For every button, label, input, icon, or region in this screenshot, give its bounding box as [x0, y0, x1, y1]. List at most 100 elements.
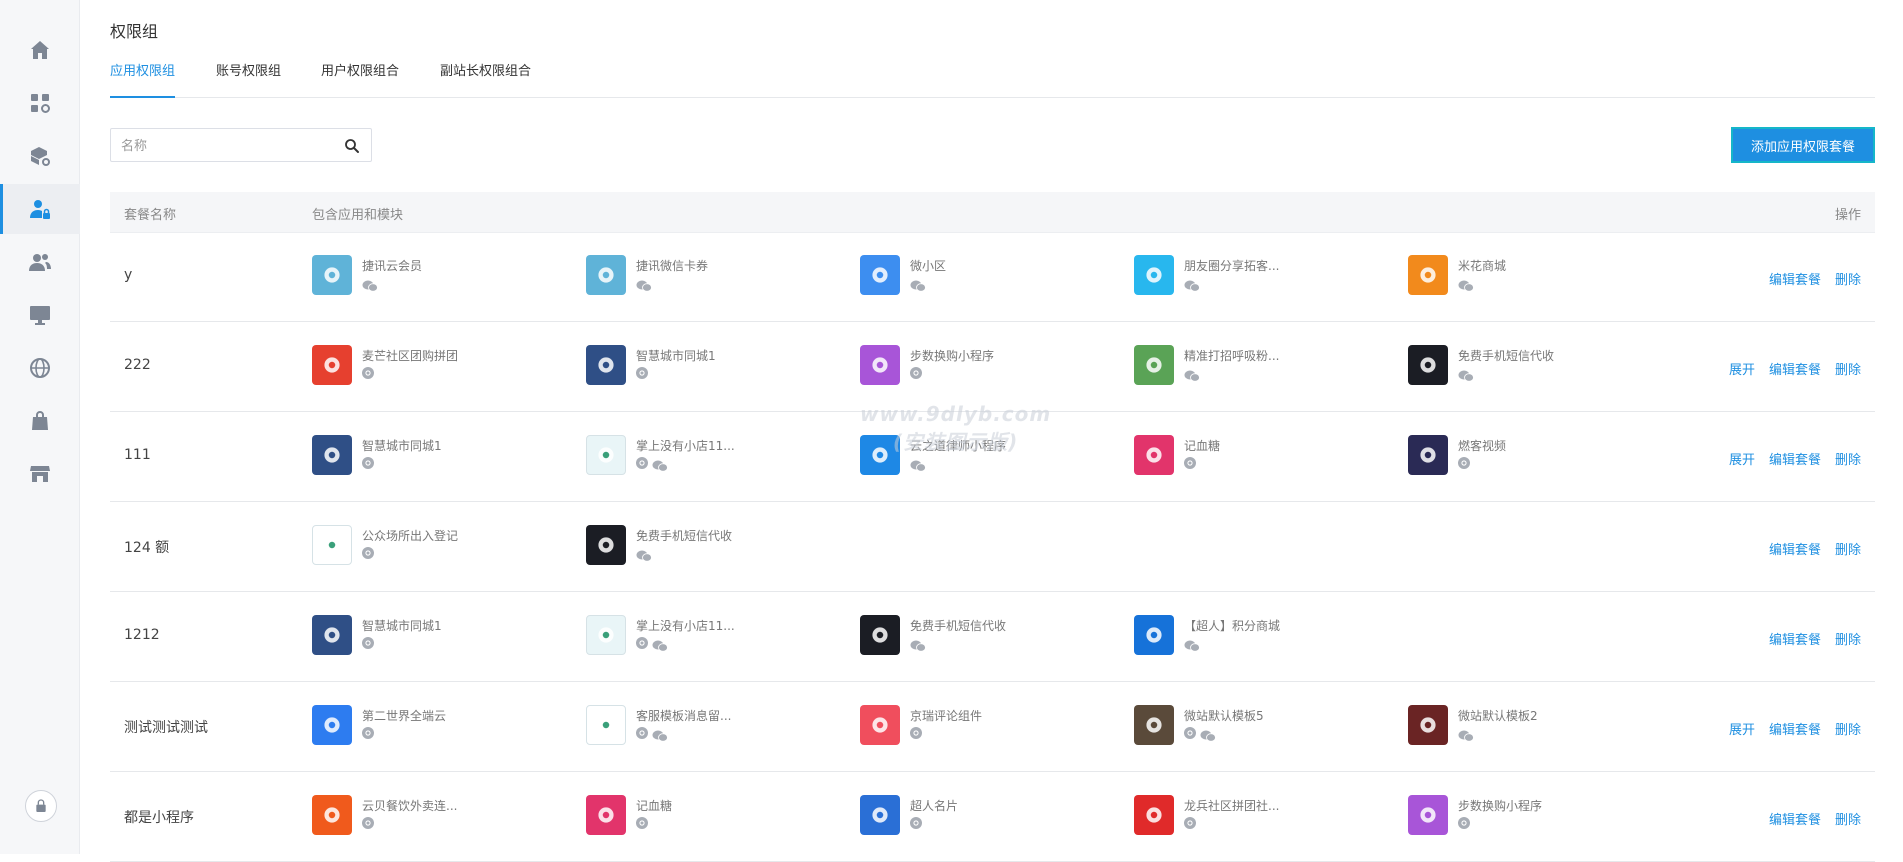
- mini-program-icon: [362, 457, 374, 469]
- app-platform-badges: [636, 457, 668, 472]
- tab-user-permissions[interactable]: 用户权限组合: [321, 62, 399, 98]
- package-settings-icon: [31, 147, 50, 166]
- delete-link[interactable]: 删除: [1835, 359, 1861, 378]
- add-app-permission-package-button[interactable]: 添加应用权限套餐: [1731, 127, 1875, 163]
- app-platform-badges: [1184, 727, 1216, 742]
- delete-link[interactable]: 删除: [1835, 269, 1861, 288]
- table-row: 都是小程序 云贝餐饮外卖连... 记血糖 超人名片 龙兵社区拼团社... 步数换购小程序编…: [110, 773, 1875, 862]
- app-platform-badges: [362, 547, 374, 559]
- edit-package-link[interactable]: 编辑套餐: [1769, 359, 1821, 378]
- delete-link[interactable]: 删除: [1835, 719, 1861, 738]
- edit-package-link[interactable]: 编辑套餐: [1769, 449, 1821, 468]
- mini-program-icon: [1184, 457, 1196, 469]
- delete-link[interactable]: 删除: [1835, 449, 1861, 468]
- sidebar-item-globe[interactable]: [0, 343, 80, 393]
- mini-program-icon: [636, 817, 648, 829]
- page-title: 权限组: [110, 22, 159, 41]
- watermark-line2: (安装图示版): [892, 430, 1019, 454]
- sidebar-item-monitor[interactable]: [0, 290, 80, 340]
- expand-link[interactable]: 展开: [1729, 719, 1755, 738]
- app-name: 捷讯云会员: [362, 259, 423, 273]
- header-apps-modules: 包含应用和模块: [312, 208, 404, 223]
- app-platform-badges: [910, 277, 926, 292]
- photo-room-icon: [1408, 705, 1448, 745]
- sidebar-item-apps[interactable]: [0, 78, 80, 128]
- tab-account-permissions[interactable]: 账号权限组: [216, 62, 281, 98]
- card-icon: [312, 255, 352, 295]
- header-package-name: 套餐名称: [124, 208, 177, 223]
- tab-app-permissions[interactable]: 应用权限组: [110, 62, 176, 98]
- app-name: 步数换购小程序: [910, 349, 995, 363]
- mini-program-icon: [910, 367, 922, 379]
- app-name: 捷讯微信卡券: [636, 259, 709, 273]
- app-platform-badges: [1184, 367, 1200, 382]
- edit-package-link[interactable]: 编辑套餐: [1769, 809, 1821, 828]
- app-platform-badges: [910, 637, 926, 652]
- app-name: 掌上没有小店11...: [636, 439, 735, 453]
- app-name: 免费手机短信代收: [910, 619, 1007, 633]
- wechat-icon: [1184, 367, 1200, 382]
- app-platform-badges: [1184, 277, 1200, 292]
- app-name: 龙兵社区拼团社...: [1184, 799, 1280, 813]
- wechat-icon: [1458, 727, 1474, 742]
- go-chat-icon: [1408, 345, 1448, 385]
- edit-package-link[interactable]: 编辑套餐: [1769, 629, 1821, 648]
- watermark-line1: www.9dlyb.com: [860, 402, 1052, 426]
- edit-package-link[interactable]: 编辑套餐: [1769, 539, 1821, 558]
- app-platform-badges: [1458, 727, 1474, 742]
- expand-link[interactable]: 展开: [1729, 449, 1755, 468]
- sidebar-item-home[interactable]: [0, 25, 80, 75]
- app-name: 记血糖: [1184, 439, 1221, 453]
- mini-program-icon: [636, 457, 648, 469]
- wechat-icon: [1458, 367, 1474, 382]
- search-icon[interactable]: [343, 137, 361, 155]
- wechat-icon: [652, 727, 668, 742]
- mini-program-icon: [362, 727, 374, 739]
- app-name: 米花商城: [1458, 259, 1507, 273]
- shopping-bag-icon: [32, 411, 48, 430]
- app-platform-badges: [910, 727, 922, 739]
- app-platform-badges: [910, 367, 922, 379]
- sidebar-item-permissions[interactable]: [0, 184, 80, 234]
- house-smile-icon: [860, 255, 900, 295]
- mini-program-icon: [362, 817, 374, 829]
- sidebar-item-store[interactable]: [0, 449, 80, 499]
- row-operations: 展开 编辑套餐 删除: [1729, 449, 1861, 468]
- app-platform-badges: [1458, 817, 1470, 829]
- wechat-icon: [1458, 277, 1474, 292]
- tab-substation-permissions[interactable]: 副站长权限组合: [440, 62, 531, 98]
- package-name: 222: [124, 357, 151, 373]
- sidebar-item-packages[interactable]: [0, 131, 80, 181]
- city-icon: [586, 345, 626, 385]
- robot-icon: [1134, 345, 1174, 385]
- sidebar-item-users[interactable]: [0, 237, 80, 287]
- video-icon: [1408, 435, 1448, 475]
- apps-settings-icon: [31, 94, 50, 113]
- wechat-icon: [362, 277, 378, 292]
- app-name: 客服模板消息留...: [636, 709, 732, 723]
- mini-program-icon: [636, 367, 648, 379]
- app-name: 智慧城市同城1: [362, 439, 442, 453]
- watermark: www.9dlyb.com (安装图示版): [860, 400, 1051, 456]
- delete-link[interactable]: 删除: [1835, 809, 1861, 828]
- expand-link[interactable]: 展开: [1729, 359, 1755, 378]
- table-row: 1212 智慧城市同城1 掌上没有小店11... 免费手机短信代收 【超人】积分商城 编辑…: [110, 593, 1875, 682]
- photo-car-icon: [1134, 705, 1174, 745]
- mini-program-icon: [362, 637, 374, 649]
- card-plus-icon: [586, 255, 626, 295]
- search-input[interactable]: [121, 136, 331, 156]
- delete-link[interactable]: 删除: [1835, 539, 1861, 558]
- steps-icon: [860, 345, 900, 385]
- monitor-icon: [30, 306, 50, 325]
- edit-package-link[interactable]: 编辑套餐: [1769, 719, 1821, 738]
- package-name: y: [124, 267, 133, 283]
- row-operations: 编辑套餐 删除: [1769, 809, 1861, 828]
- delete-link[interactable]: 删除: [1835, 629, 1861, 648]
- header-operations: 操作: [1834, 208, 1861, 223]
- row-operations: 编辑套餐 删除: [1769, 269, 1861, 288]
- points-mall-icon: [1134, 615, 1174, 655]
- edit-package-link[interactable]: 编辑套餐: [1769, 269, 1821, 288]
- lock-button[interactable]: [25, 790, 57, 822]
- app-platform-badges: [910, 817, 922, 829]
- sidebar-item-shop[interactable]: [0, 396, 80, 446]
